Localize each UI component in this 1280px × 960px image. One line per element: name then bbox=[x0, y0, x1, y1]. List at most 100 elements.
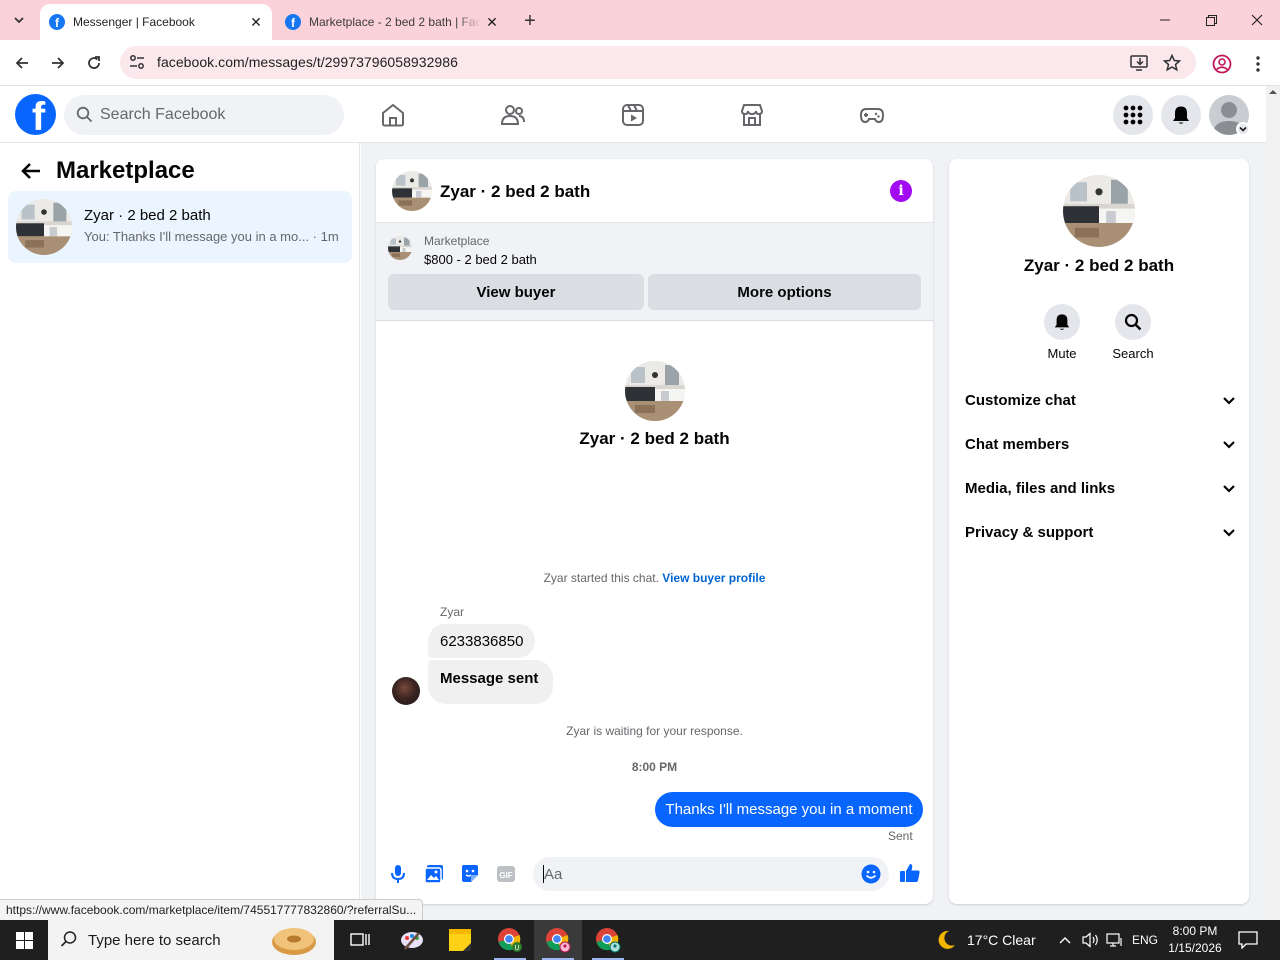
conversation-item[interactable]: Zyar · 2 bed 2 bath You: Thanks I'll mes… bbox=[8, 191, 352, 263]
mute-label: Mute bbox=[1047, 346, 1077, 361]
customize-chat-section[interactable]: Customize chat bbox=[965, 378, 1237, 422]
reload-button[interactable] bbox=[80, 50, 108, 76]
notifications-button[interactable] bbox=[1161, 95, 1201, 135]
section-label: Media, files and links bbox=[965, 479, 1116, 497]
search-icon bbox=[1124, 313, 1142, 331]
conversation-name: Zyar · 2 bed 2 bath bbox=[84, 207, 211, 224]
chat-info-pane: Zyar · 2 bed 2 bath Mute Search Customiz… bbox=[949, 159, 1249, 904]
tab-title: Marketplace - 2 bed 2 bath | Facebook bbox=[309, 15, 482, 29]
start-button[interactable] bbox=[0, 920, 48, 960]
taskbar-clock[interactable]: 8:00 PM 1/15/2026 bbox=[1160, 923, 1230, 957]
privacy-support-section[interactable]: Privacy & support bbox=[965, 510, 1237, 554]
page-scrollbar[interactable] bbox=[1266, 86, 1280, 920]
chat-avatar[interactable] bbox=[392, 171, 432, 211]
site-settings-icon[interactable] bbox=[128, 53, 146, 71]
close-tab-icon[interactable]: ✕ bbox=[482, 12, 502, 32]
listing-thumbnail[interactable] bbox=[388, 236, 412, 260]
menu-button[interactable] bbox=[1113, 95, 1153, 135]
photo-icon[interactable] bbox=[423, 863, 445, 885]
chat-title[interactable]: Zyar · 2 bed 2 bath bbox=[440, 182, 590, 202]
tab-marketplace[interactable]: f Marketplace - 2 bed 2 bath | Facebook … bbox=[276, 4, 508, 40]
friends-icon[interactable] bbox=[500, 102, 526, 128]
close-tab-icon[interactable]: ✕ bbox=[246, 12, 266, 32]
chat-members-section[interactable]: Chat members bbox=[965, 422, 1237, 466]
more-options-button[interactable]: More options bbox=[648, 274, 921, 310]
home-icon[interactable] bbox=[380, 102, 406, 128]
link-status-bubble: https://www.facebook.com/marketplace/ite… bbox=[0, 899, 424, 920]
chat-profile-avatar[interactable] bbox=[625, 361, 685, 421]
microphone-icon[interactable] bbox=[387, 863, 409, 885]
search-in-chat-button[interactable]: Search bbox=[1097, 304, 1169, 361]
timestamp: 8:00 PM bbox=[631, 760, 678, 774]
taskbar-app-chrome-profile-2[interactable] bbox=[534, 920, 582, 960]
info-avatar[interactable] bbox=[1063, 175, 1135, 247]
moon-weather-icon[interactable] bbox=[934, 928, 958, 952]
address-bar[interactable]: facebook.com/messages/t/2997379605893298… bbox=[120, 46, 1196, 79]
browser-menu-icon[interactable] bbox=[1252, 54, 1264, 74]
task-view-button[interactable] bbox=[336, 920, 384, 960]
facebook-favicon-icon: f bbox=[285, 14, 301, 30]
gif-icon[interactable]: GIF bbox=[495, 863, 517, 885]
view-buyer-button[interactable]: View buyer bbox=[388, 274, 644, 310]
minimize-icon bbox=[1160, 19, 1170, 21]
input-language[interactable]: ENG bbox=[1132, 933, 1158, 947]
message-placeholder: Aa bbox=[544, 866, 563, 883]
media-files-links-section[interactable]: Media, files and links bbox=[965, 466, 1237, 510]
marketplace-listing-banner: Marketplace $800 - 2 bed 2 bath View buy… bbox=[376, 223, 933, 321]
video-icon[interactable] bbox=[620, 102, 646, 128]
search-icon bbox=[60, 931, 77, 947]
section-label: Chat members bbox=[965, 435, 1070, 453]
minimize-button[interactable] bbox=[1142, 0, 1188, 40]
bell-icon bbox=[1173, 106, 1189, 124]
chevron-down-icon bbox=[1239, 126, 1247, 132]
network-icon[interactable] bbox=[1106, 932, 1124, 948]
windows-logo-icon bbox=[15, 931, 33, 949]
outgoing-message[interactable]: Thanks I'll message you in a moment bbox=[655, 792, 923, 827]
message-status: Sent bbox=[888, 829, 913, 843]
message-input[interactable]: Aa bbox=[533, 857, 889, 891]
volume-icon[interactable] bbox=[1082, 932, 1100, 948]
listing-title[interactable]: $800 - 2 bed 2 bath bbox=[424, 252, 537, 267]
restore-button[interactable] bbox=[1188, 0, 1234, 40]
url-text: facebook.com/messages/t/2997379605893298… bbox=[157, 54, 458, 70]
facebook-search-field[interactable]: Search Facebook bbox=[64, 95, 344, 135]
bookmark-star-icon[interactable] bbox=[1162, 54, 1182, 72]
browser-toolbar: facebook.com/messages/t/2997379605893298… bbox=[0, 40, 1280, 86]
new-tab-button[interactable]: + bbox=[518, 9, 542, 33]
forward-button[interactable] bbox=[44, 50, 72, 76]
facebook-logo[interactable]: f bbox=[15, 94, 56, 135]
sticker-icon[interactable] bbox=[459, 863, 481, 885]
install-app-icon[interactable] bbox=[1130, 54, 1150, 72]
back-button[interactable] bbox=[8, 50, 36, 76]
sender-avatar[interactable] bbox=[392, 677, 420, 705]
profile-icon[interactable] bbox=[1212, 54, 1232, 74]
sticky-notes-icon bbox=[449, 929, 471, 951]
thumbs-up-icon[interactable] bbox=[899, 862, 921, 884]
emoji-icon[interactable] bbox=[861, 864, 881, 884]
taskbar-app-sticky-notes[interactable] bbox=[436, 920, 484, 960]
facebook-favicon-icon: f bbox=[49, 14, 65, 30]
started-text: Zyar started this chat. bbox=[543, 571, 663, 585]
taskbar-search-box[interactable]: Type here to search bbox=[48, 920, 334, 960]
back-arrow-icon[interactable] bbox=[20, 161, 42, 181]
incoming-message[interactable]: Message sent bbox=[428, 660, 554, 704]
weather-text[interactable]: 17°C Clear bbox=[967, 932, 1036, 948]
marketplace-icon[interactable] bbox=[739, 102, 765, 128]
preview-time: · 1m bbox=[309, 229, 339, 244]
account-caret[interactable] bbox=[1236, 122, 1250, 136]
mute-button[interactable]: Mute bbox=[1026, 304, 1098, 361]
close-icon bbox=[1251, 14, 1263, 26]
taskbar-app-chrome-profile-3[interactable] bbox=[584, 920, 632, 960]
svg-text:U: U bbox=[514, 945, 519, 952]
incoming-message[interactable]: 6233836850 bbox=[428, 624, 536, 658]
notification-center-icon[interactable] bbox=[1238, 931, 1258, 949]
info-icon[interactable]: i bbox=[890, 180, 912, 202]
gaming-icon[interactable] bbox=[859, 102, 885, 128]
view-buyer-profile-link[interactable]: View buyer profile bbox=[662, 571, 765, 585]
taskbar-app-paint[interactable] bbox=[388, 920, 436, 960]
tab-messenger[interactable]: f Messenger | Facebook ✕ bbox=[40, 4, 272, 40]
show-hidden-icons-icon[interactable] bbox=[1058, 934, 1072, 946]
tab-search-button[interactable] bbox=[6, 8, 32, 32]
taskbar-app-chrome-profile-1[interactable]: U bbox=[486, 920, 534, 960]
close-window-button[interactable] bbox=[1234, 0, 1280, 40]
